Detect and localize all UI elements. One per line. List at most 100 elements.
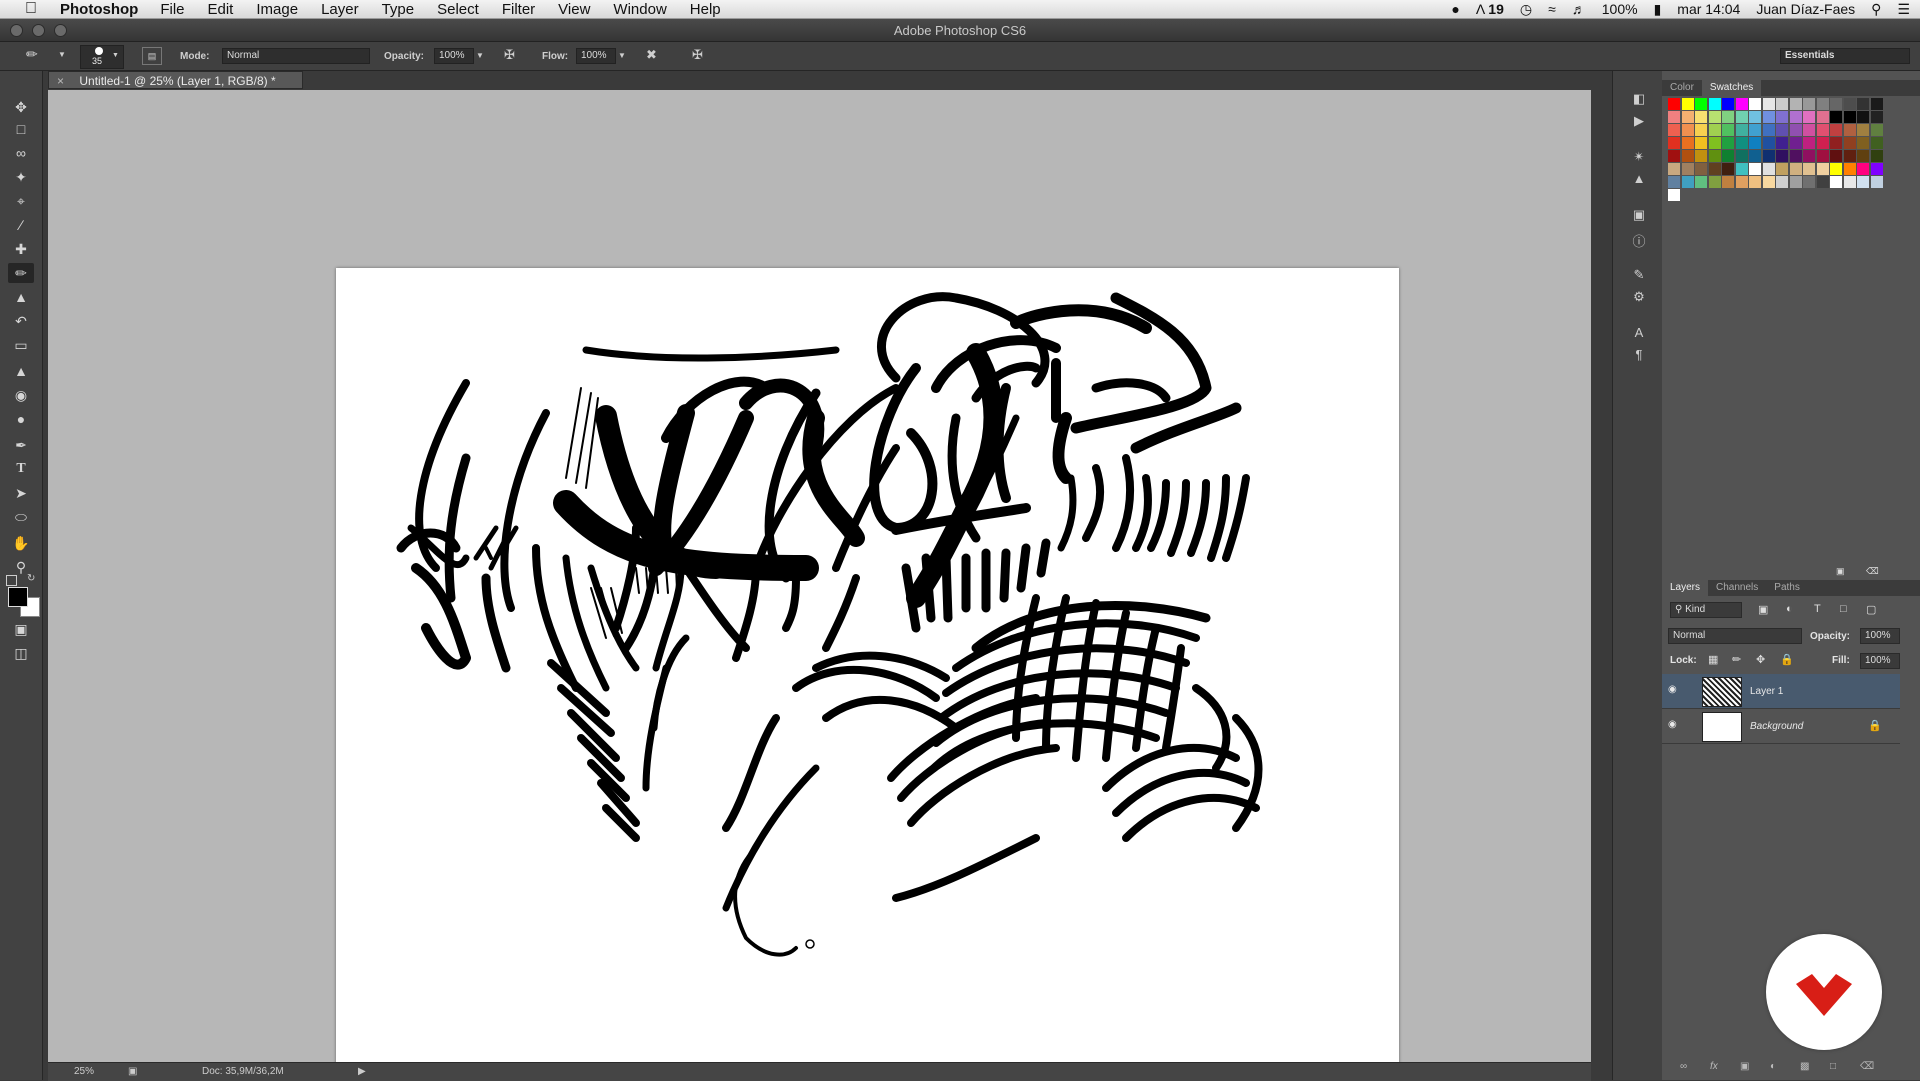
flow-dropdown-icon[interactable]: ▼ (618, 51, 626, 60)
color-swatch[interactable] (1681, 150, 1694, 162)
color-swatch[interactable] (1870, 163, 1883, 175)
foreground-color-swatch[interactable] (8, 587, 28, 607)
color-swatch[interactable] (1762, 137, 1775, 149)
document-canvas[interactable] (336, 268, 1399, 1065)
menu-help[interactable]: Help (690, 1, 721, 18)
color-swatch[interactable] (1803, 176, 1815, 188)
color-swatch[interactable] (1843, 111, 1856, 123)
color-swatch[interactable] (1870, 98, 1883, 110)
color-swatch[interactable] (1789, 137, 1802, 149)
color-swatch[interactable] (1722, 150, 1734, 162)
color-swatch[interactable] (1803, 150, 1815, 162)
color-swatch[interactable] (1789, 163, 1802, 175)
menu-window[interactable]: Window (613, 1, 666, 18)
color-swatch[interactable] (1681, 111, 1694, 123)
move-icon[interactable]: ✥ (8, 97, 34, 117)
color-swatch[interactable] (1843, 150, 1856, 162)
adjustments-icon[interactable]: ✴ (1628, 149, 1650, 167)
color-swatch[interactable] (1695, 124, 1707, 136)
eyedropper-icon[interactable]: ∕ (8, 215, 34, 235)
layer-blend-mode[interactable]: Normal (1668, 628, 1802, 644)
color-swatch[interactable] (1870, 176, 1883, 188)
color-swatch[interactable] (1681, 137, 1694, 149)
character-icon[interactable]: A (1628, 325, 1650, 343)
color-swatch[interactable] (1816, 124, 1829, 136)
filter-adjustment-icon[interactable]: ◐ (1786, 603, 1793, 615)
color-swatch[interactable] (1776, 163, 1788, 175)
color-swatch[interactable] (1816, 163, 1829, 175)
color-swatch[interactable] (1735, 124, 1748, 136)
crop-icon[interactable]: ⌖ (8, 191, 34, 211)
history-icon[interactable]: ◧ (1628, 91, 1650, 109)
color-swatch[interactable] (1857, 98, 1869, 110)
zoom-window-button[interactable] (54, 24, 67, 37)
color-swatch[interactable] (1857, 111, 1869, 123)
battery-icon[interactable]: ▮ (1654, 1, 1662, 18)
workspace-switcher[interactable]: Essentials (1780, 48, 1910, 64)
tool-presets-icon[interactable]: ⚙ (1628, 289, 1650, 307)
link-layers-icon[interactable]: ∞ (1680, 1061, 1687, 1072)
color-swatch[interactable] (1776, 176, 1788, 188)
screen-mode-icon[interactable]: ◫ (8, 643, 34, 663)
color-swatch[interactable] (1762, 98, 1775, 110)
color-swatch[interactable] (1830, 150, 1842, 162)
layer-fx-icon[interactable]: fx (1710, 1061, 1718, 1072)
menu-edit[interactable]: Edit (208, 1, 234, 18)
color-swatch[interactable] (1830, 124, 1842, 136)
color-swatch[interactable] (1857, 176, 1869, 188)
tab-color[interactable]: Color (1662, 80, 1702, 96)
color-swatch[interactable] (1830, 163, 1842, 175)
color-swatch[interactable] (1668, 124, 1680, 136)
color-swatch[interactable] (1843, 163, 1856, 175)
color-swatch[interactable] (1870, 124, 1883, 136)
visibility-eye-icon[interactable]: ◉ (1668, 719, 1682, 733)
delete-swatch-icon[interactable]: ⌫ (1866, 566, 1879, 577)
color-swatch[interactable] (1843, 137, 1856, 149)
tab-layers[interactable]: Layers (1662, 580, 1709, 596)
color-swatch[interactable] (1803, 137, 1815, 149)
layer-opacity-input[interactable]: 100% (1860, 628, 1900, 644)
color-swatch[interactable] (1816, 137, 1829, 149)
color-swatch[interactable] (1722, 137, 1734, 149)
color-swatch[interactable] (1722, 176, 1734, 188)
app-menu[interactable]: Photoshop (60, 1, 138, 18)
fill-input[interactable]: 100% (1860, 653, 1900, 669)
hand-icon[interactable]: ✋ (8, 533, 34, 553)
color-swatch[interactable] (1870, 137, 1883, 149)
delete-layer-icon[interactable]: ⌫ (1860, 1061, 1874, 1072)
color-swatch[interactable] (1789, 98, 1802, 110)
color-swatch[interactable] (1830, 137, 1842, 149)
color-swatch[interactable] (1762, 124, 1775, 136)
color-swatch[interactable] (1749, 111, 1761, 123)
lock-all-icon[interactable]: 🔒 (1780, 653, 1794, 666)
airbrush-icon[interactable]: ✖ (646, 47, 657, 63)
color-swatch[interactable] (1695, 176, 1707, 188)
color-swatch[interactable] (1668, 150, 1680, 162)
volume-icon[interactable]: ♬ (1572, 1, 1586, 17)
layer-filter-kind[interactable]: ⚲ Kind (1670, 602, 1742, 618)
layer-name[interactable]: Layer 1 (1750, 686, 1783, 697)
info-icon[interactable]: ⓘ (1628, 231, 1650, 249)
color-swatch[interactable] (1857, 137, 1869, 149)
lock-position-icon[interactable]: ✥ (1756, 653, 1765, 666)
new-adjustment-icon[interactable]: ◐ (1770, 1061, 1776, 1072)
color-swatch[interactable] (1735, 98, 1748, 110)
path-select-icon[interactable]: ➤ (8, 483, 34, 503)
layer-name[interactable]: Background (1750, 721, 1803, 732)
new-swatch-icon[interactable]: ▣ (1836, 566, 1845, 577)
color-swatch[interactable] (1722, 163, 1734, 175)
filter-type-icon[interactable]: T (1814, 603, 1821, 615)
color-swatch[interactable] (1762, 176, 1775, 188)
brush-icon[interactable]: ✏ (8, 263, 34, 283)
color-swatch[interactable] (1830, 111, 1842, 123)
color-swatch[interactable] (1668, 176, 1680, 188)
lock-image-icon[interactable]: ✏ (1732, 653, 1741, 666)
color-swatch[interactable] (1708, 150, 1721, 162)
paint-bucket-icon[interactable]: ▲ (8, 361, 34, 381)
layer-row-layer-1[interactable]: ◉ Layer 1 (1662, 674, 1900, 709)
color-swatch[interactable] (1749, 137, 1761, 149)
color-swatch[interactable] (1708, 163, 1721, 175)
color-swatch[interactable] (1735, 176, 1748, 188)
menu-select[interactable]: Select (437, 1, 479, 18)
color-swatch[interactable] (1681, 124, 1694, 136)
